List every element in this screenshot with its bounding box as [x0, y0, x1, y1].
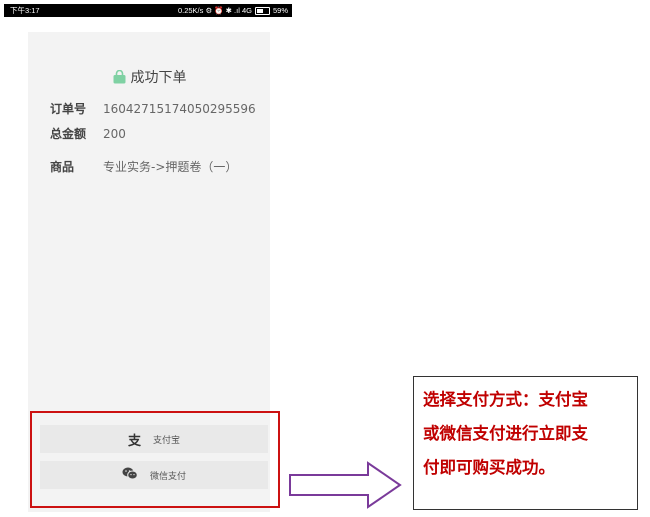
order-title: 成功下单: [130, 70, 187, 86]
product-row: 商品 专业实务->押题卷（一）: [50, 158, 237, 175]
shopping-bag-icon: [112, 69, 127, 84]
annotation-line: 付即可购买成功。: [423, 458, 555, 477]
order-number-value: 16042715174050295596: [103, 101, 256, 116]
annotation-line: 选择支付方式：支付宝: [423, 390, 588, 409]
battery-percent: 59%: [272, 6, 288, 15]
status-bar: 下午3:17 0.25K/s ⚙ ⏰ ✱ .ıl 4G 59%: [4, 4, 292, 17]
total-amount-label: 总金额: [50, 127, 87, 141]
status-indicators: 0.25K/s ⚙ ⏰ ✱ .ıl 4G: [177, 6, 252, 15]
order-number-label: 订单号: [50, 102, 87, 116]
status-time: 下午3:17: [10, 6, 40, 15]
callout-arrow-icon: [289, 461, 402, 509]
total-amount-row: 总金额 200: [50, 125, 126, 142]
battery-icon: [254, 6, 270, 15]
order-title-row: 成功下单: [28, 66, 270, 88]
status-indicators-group: 0.25K/s ⚙ ⏰ ✱ .ıl 4G 59%: [178, 4, 288, 17]
product-label: 商品: [50, 160, 75, 174]
annotation-box: 选择支付方式：支付宝 或微信支付进行立即支 付即可购买成功。: [413, 376, 638, 510]
total-amount-value: 200: [103, 126, 126, 141]
product-value: 专业实务->押题卷（一）: [103, 160, 238, 174]
payment-highlight-box: [30, 411, 280, 508]
annotation-line: 或微信支付进行立即支: [423, 424, 588, 443]
order-number-row: 订单号 16042715174050295596: [50, 100, 256, 117]
